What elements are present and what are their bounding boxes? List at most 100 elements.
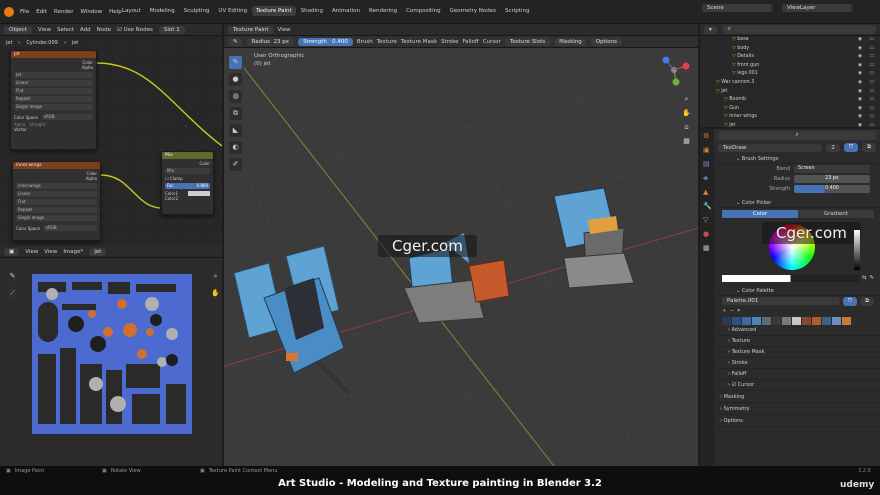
hand-icon[interactable]: ✋ — [209, 287, 222, 300]
eye-icon[interactable]: ◉ — [858, 96, 862, 105]
section-options[interactable]: › Options — [714, 415, 880, 427]
tab-color[interactable]: Color — [722, 210, 798, 218]
image-menu-view2[interactable]: View — [44, 249, 57, 255]
source-dropdown[interactable]: Single Image — [16, 215, 97, 221]
eye-icon[interactable]: ◉ — [858, 122, 862, 127]
menu-falloff[interactable]: Falloff — [462, 39, 478, 45]
outliner-item[interactable]: ▽ War cannon.3 ◉ ▭ — [700, 79, 880, 88]
outliner[interactable]: ▽ base ◉ ▭ ▽ body ◉ ▭ ▽ Details ◉ ▭ ▽ front gun ◉ ▭… — [700, 36, 880, 127]
image-texture-node-jet[interactable]: jet Color Alpha jet Linear Flat Repeat S… — [10, 50, 97, 150]
eye-icon[interactable]: ◉ — [858, 45, 862, 54]
camera-icon[interactable]: ▭ — [869, 45, 874, 54]
tab-geometry-nodes[interactable]: Geometry Nodes — [446, 6, 500, 16]
color-space-dropdown[interactable]: sRGB — [41, 114, 93, 120]
camera-icon[interactable]: ▭ — [869, 122, 874, 127]
outliner-item[interactable]: ▽ jet ◉ ▭ — [700, 88, 880, 97]
eye-icon[interactable]: ◉ — [858, 62, 862, 71]
options-dropdown[interactable]: Options — [590, 37, 623, 46]
tab-shading[interactable]: Shading — [297, 6, 327, 16]
eyedropper-icon[interactable]: ✎ — [869, 275, 874, 281]
eye-icon[interactable]: ◉ — [858, 79, 862, 88]
output-tab-icon[interactable]: ▤ — [700, 157, 714, 171]
palette-swatch[interactable] — [722, 316, 731, 325]
tab-scripting[interactable]: Scripting — [501, 6, 533, 16]
color-swatch[interactable] — [722, 274, 859, 282]
outliner-item[interactable]: ▽ base ◉ ▭ — [700, 36, 880, 45]
subsection-cursor[interactable]: › ☑ Cursor — [714, 380, 880, 391]
render-tab-icon[interactable]: ▣ — [700, 143, 714, 157]
blend-dropdown[interactable]: Screen — [794, 165, 870, 173]
image-menu-image[interactable]: Image* — [63, 249, 83, 255]
swap-colors-icon[interactable]: ⇆ — [862, 275, 867, 281]
palette-swatch[interactable] — [852, 316, 861, 325]
camera-icon[interactable]: ▭ — [869, 36, 874, 45]
section-masking[interactable]: › Masking — [714, 391, 880, 403]
image-field[interactable]: jet — [14, 72, 93, 78]
zoom-icon[interactable]: ⌕ — [209, 270, 222, 283]
image-field[interactable]: inner.wings — [16, 183, 97, 189]
sort-icon[interactable]: ▾ — [737, 308, 740, 314]
palette-swatch[interactable] — [842, 316, 851, 325]
eye-icon[interactable]: ◉ — [858, 113, 862, 122]
camera-icon[interactable]: ▭ — [869, 79, 874, 88]
tab-gradient[interactable]: Gradient — [798, 210, 874, 218]
3d-viewport[interactable]: ✎ ● ◍ ⧉ ◣ ◐ ✐ User Orthographic (0) jet … — [224, 48, 698, 466]
outliner-item[interactable]: ▽ Details ◉ ▭ — [700, 53, 880, 62]
subsection-texture[interactable]: › Texture — [714, 336, 880, 347]
image-texture-node-inner-wings[interactable]: inner.wings Color Alpha inner.wings Line… — [12, 161, 101, 241]
palette-swatch[interactable] — [732, 316, 741, 325]
camera-icon[interactable]: ▭ — [869, 70, 874, 79]
palette-fake-user-icon[interactable]: ⛉ — [842, 296, 858, 306]
view-menu[interactable]: View — [278, 27, 291, 33]
tab-modeling[interactable]: Modeling — [146, 6, 179, 16]
outliner-filter-icon[interactable]: ▾ — [704, 25, 717, 34]
eye-icon[interactable]: ◉ — [858, 105, 862, 114]
section-brush-settings[interactable]: ⌄ Brush Settings — [714, 154, 880, 164]
palette-swatch[interactable] — [742, 316, 751, 325]
menu-stroke[interactable]: Stroke — [441, 39, 459, 45]
image-menu-view[interactable]: View — [25, 249, 38, 255]
eye-icon[interactable]: ◉ — [858, 36, 862, 45]
outliner-item[interactable]: ▽ Gun ◉ ▭ — [700, 105, 880, 114]
add-color-icon[interactable]: + — [722, 308, 727, 314]
interpolation-dropdown[interactable]: Linear — [14, 80, 93, 86]
data-tab-icon[interactable]: ▽ — [700, 213, 714, 227]
radius-field[interactable]: Radius 23 px — [246, 37, 295, 46]
slot-dropdown[interactable]: Slot 1 — [158, 25, 185, 34]
tab-rendering[interactable]: Rendering — [365, 6, 401, 16]
subsection-advanced[interactable]: › Advanced — [714, 325, 880, 336]
palette-swatch[interactable] — [812, 316, 821, 325]
blend-dropdown[interactable]: Mix — [165, 168, 210, 174]
blender-logo-icon[interactable] — [4, 7, 14, 17]
brush-name-field[interactable]: TexDraw — [718, 143, 823, 152]
node-menu-node[interactable]: Node — [97, 27, 111, 33]
duplicate-brush-icon[interactable]: ⧉ — [862, 143, 876, 152]
material-tab-icon[interactable]: ● — [700, 227, 714, 241]
camera-icon[interactable]: ▭ — [869, 53, 874, 62]
palette-swatch[interactable] — [822, 316, 831, 325]
masking-dropdown[interactable]: Masking — [554, 37, 587, 46]
section-symmetry[interactable]: › Symmetry — [714, 403, 880, 415]
projection-dropdown[interactable]: Flat — [16, 199, 97, 205]
palette-swatch[interactable] — [772, 316, 781, 325]
section-color-picker[interactable]: ⌄ Color Picker — [714, 198, 880, 208]
interpolation-dropdown[interactable]: Linear — [16, 191, 97, 197]
object-mode-dropdown[interactable]: Object — [4, 25, 32, 34]
clamp-checkbox[interactable]: ☐ Clamp — [165, 176, 210, 181]
color1-swatch[interactable] — [188, 191, 210, 196]
extension-dropdown[interactable]: Repeat — [14, 96, 93, 102]
outliner-item[interactable]: ▽ Boomb ◉ ▭ — [700, 96, 880, 105]
outliner-item[interactable]: ▽ jet ◉ ▭ — [700, 122, 880, 127]
node-menu-view[interactable]: View — [38, 27, 51, 33]
section-color-palette[interactable]: ⌄ Color Palette — [714, 286, 880, 296]
tab-compositing[interactable]: Compositing — [402, 6, 444, 16]
eye-icon[interactable]: ◉ — [858, 88, 862, 97]
image-editor[interactable]: ✎ ⟋ ⌕ ✋ — [0, 258, 222, 466]
editor-type-dropdown[interactable]: ▣ — [4, 247, 20, 256]
subsection-stroke[interactable]: › Stroke — [714, 358, 880, 369]
menu-texture[interactable]: Texture — [377, 39, 397, 45]
outliner-search[interactable]: ⌕ — [722, 25, 876, 34]
eye-icon[interactable]: ◉ — [858, 53, 862, 62]
tab-layout[interactable]: Layout — [118, 6, 145, 16]
node-editor[interactable]: jet › Cylinder.009 › jet jet Color Alpha j… — [0, 36, 222, 246]
